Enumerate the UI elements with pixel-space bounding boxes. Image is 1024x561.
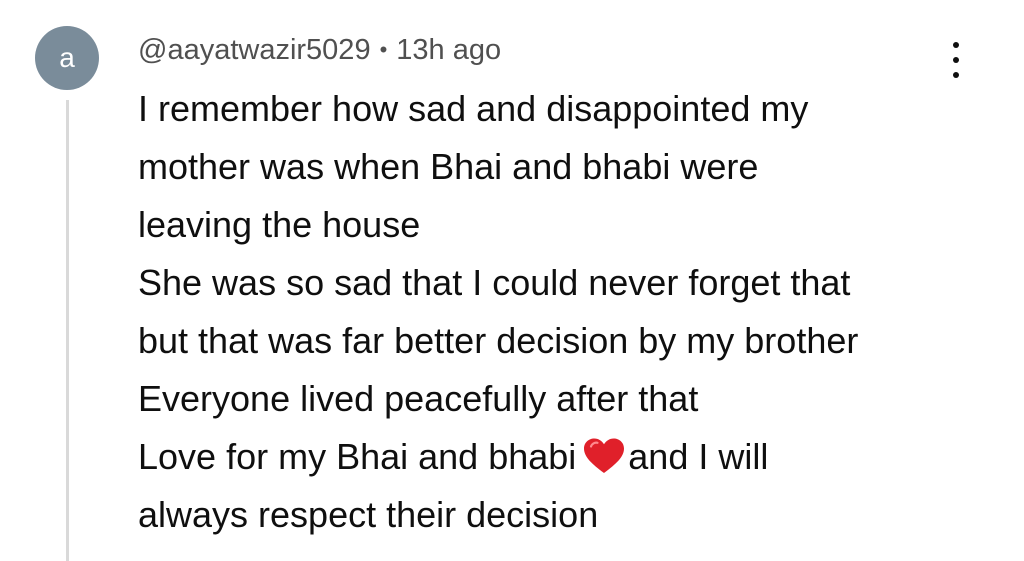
heart-line-after: and I will bbox=[628, 436, 769, 477]
vertical-ellipsis-icon bbox=[953, 57, 959, 63]
comment-line: but that was far better decision by my b… bbox=[138, 320, 859, 361]
comment-line-with-heart: Love for my Bhai and bhabi and I will bbox=[138, 428, 1008, 486]
vertical-ellipsis-icon bbox=[953, 42, 959, 48]
comment: a @aayatwazir5029 • 13h ago I remember h… bbox=[0, 0, 1024, 561]
comment-line: always respect their decision bbox=[138, 494, 599, 535]
meta-separator: • bbox=[379, 37, 388, 62]
more-options-button[interactable] bbox=[940, 38, 972, 82]
comment-line: Everyone lived peacefully after that bbox=[138, 378, 699, 419]
username[interactable]: @aayatwazir5029 bbox=[138, 34, 371, 67]
avatar[interactable]: a bbox=[35, 26, 99, 90]
comment-text: I remember how sad and disappointed my m… bbox=[138, 80, 1008, 544]
vertical-ellipsis-icon bbox=[953, 72, 959, 78]
comment-line: She was so sad that I could never forget… bbox=[138, 262, 851, 303]
heart-line-before: Love for my Bhai and bhabi bbox=[138, 436, 577, 477]
comment-meta: @aayatwazir5029 • 13h ago bbox=[138, 32, 501, 68]
timestamp[interactable]: 13h ago bbox=[396, 34, 501, 67]
comment-line: I remember how sad and disappointed my bbox=[138, 88, 809, 129]
thread-line bbox=[66, 100, 69, 561]
comment-line: leaving the house bbox=[138, 204, 421, 245]
avatar-letter: a bbox=[59, 42, 75, 73]
comment-line: mother was when Bhai and bhabi were bbox=[138, 146, 759, 187]
heart-icon bbox=[584, 438, 625, 473]
